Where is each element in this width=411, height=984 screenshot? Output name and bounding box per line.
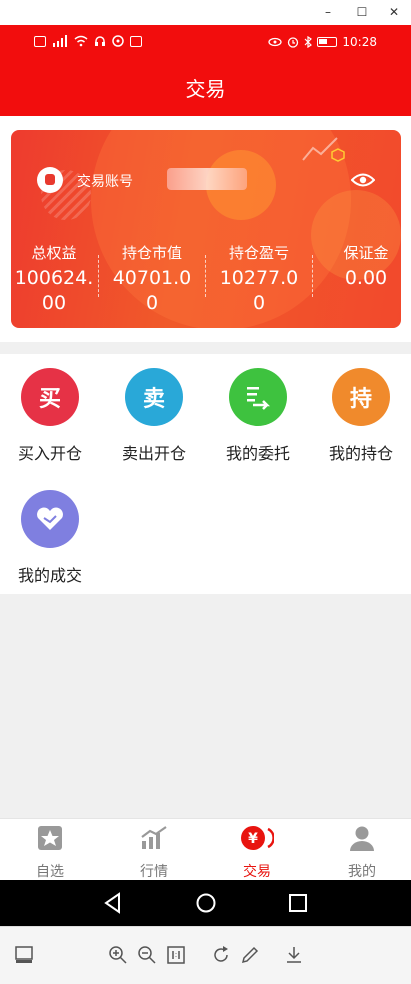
stat-value: 100624.00 <box>14 267 94 314</box>
nav-tab-mine[interactable]: 我的 <box>327 825 397 881</box>
account-label: 交易账号 <box>77 174 133 190</box>
status-right-icons: 10:28 <box>268 35 377 49</box>
stat-total-equity: 总权益 100624.00 <box>11 242 97 316</box>
bottom-nav: 自选 行情 ¥ 交易 我的 <box>0 818 411 880</box>
stat-label: 持仓市值 <box>121 244 182 262</box>
app-header: 交易 <box>0 61 411 116</box>
stat-divider <box>312 255 313 297</box>
stat-value: 40701.00 <box>112 267 192 314</box>
status-left-icons <box>34 35 142 47</box>
page-title: 交易 <box>185 77 226 101</box>
stat-label: 保证金 <box>343 244 389 262</box>
stat-margin: 保证金 0.00 <box>323 242 401 291</box>
stat-position-pnl: 持仓盈亏 10277.00 <box>216 242 302 316</box>
nav-label: 我的 <box>348 864 376 880</box>
sell-icon: 卖 <box>125 368 183 426</box>
sell-open-button[interactable]: 卖 卖出开仓 <box>104 368 204 464</box>
android-nav-bar <box>0 880 411 926</box>
maximize-button[interactable]: ☐ <box>352 2 372 22</box>
hexagon-decoration-icon <box>331 148 345 162</box>
home-icon[interactable] <box>195 892 217 914</box>
recents-icon[interactable] <box>287 892 309 914</box>
buy-icon: 买 <box>21 368 79 426</box>
edit-icon[interactable] <box>240 945 260 965</box>
close-button[interactable]: ✕ <box>384 2 404 22</box>
action-label: 我的委托 <box>225 444 290 463</box>
stat-value: 10277.00 <box>219 267 299 314</box>
nav-tab-market[interactable]: 行情 <box>119 825 189 881</box>
position-icon: 持 <box>332 368 390 426</box>
account-card: 交易账号 总权益 100624.00 持仓市值 40701.00 持仓盈亏 10… <box>11 130 401 328</box>
status-bar: 10:28 <box>0 25 411 61</box>
stat-label: 持仓盈亏 <box>228 244 289 262</box>
yen-icon: ¥ <box>241 826 275 850</box>
stat-divider <box>98 255 99 297</box>
my-trades-button[interactable]: 我的成交 <box>0 490 100 586</box>
notify-icon <box>130 35 142 47</box>
hd-icon <box>34 35 46 47</box>
my-positions-button[interactable]: 持 我的持仓 <box>311 368 411 464</box>
stat-position-value: 持仓市值 40701.00 <box>109 242 195 316</box>
zoom-in-icon[interactable] <box>108 945 128 965</box>
nav-label: 自选 <box>36 864 64 880</box>
trade-actions-grid: 买 买入开仓 卖 卖出开仓 我的委托 持 我的持仓 我的成交 <box>0 354 411 594</box>
nav-label: 行情 <box>140 864 168 880</box>
svg-text:¥: ¥ <box>248 831 258 847</box>
minimize-button[interactable]: – <box>318 2 338 22</box>
nav-tab-trade[interactable]: ¥ 交易 <box>222 825 292 881</box>
back-icon[interactable] <box>102 892 124 914</box>
wifi-icon <box>74 35 88 47</box>
actual-size-icon[interactable] <box>166 945 186 965</box>
action-label: 我的持仓 <box>328 444 393 463</box>
nav-label: 交易 <box>243 864 271 880</box>
buy-open-button[interactable]: 买 买入开仓 <box>0 368 100 464</box>
stat-divider <box>205 255 206 297</box>
rotate-icon[interactable] <box>211 945 231 965</box>
eye-comfort-icon <box>268 37 283 47</box>
account-card-section: 交易账号 总权益 100624.00 持仓市值 40701.00 持仓盈亏 10… <box>0 116 411 342</box>
orders-icon <box>229 368 287 426</box>
download-icon[interactable] <box>284 945 304 965</box>
stat-label: 总权益 <box>31 244 77 262</box>
action-label: 我的成交 <box>17 566 82 585</box>
status-time: 10:28 <box>342 35 377 49</box>
account-avatar-icon <box>37 167 63 193</box>
action-label: 买入开仓 <box>17 444 82 463</box>
eye-icon[interactable] <box>351 170 375 190</box>
emulator-toolbar <box>0 926 411 984</box>
star-icon <box>38 826 62 850</box>
action-label: 卖出开仓 <box>121 444 186 463</box>
account-number-masked <box>167 168 247 190</box>
window-titlebar: – ☐ ✕ <box>0 0 411 25</box>
headset-icon <box>95 36 105 46</box>
battery-icon <box>317 37 338 47</box>
zoom-out-icon[interactable] <box>137 945 157 965</box>
alarm-icon <box>288 37 299 48</box>
nav-tab-watchlist[interactable]: 自选 <box>15 825 85 881</box>
bluetooth-icon <box>304 36 313 48</box>
handshake-icon <box>21 490 79 548</box>
layout-icon[interactable] <box>14 945 34 965</box>
signal-icon <box>53 35 67 47</box>
my-orders-button[interactable]: 我的委托 <box>208 368 308 464</box>
chart-icon <box>141 826 167 849</box>
vpn-icon <box>112 35 124 47</box>
user-icon <box>350 826 374 851</box>
stat-value: 0.00 <box>344 267 388 289</box>
